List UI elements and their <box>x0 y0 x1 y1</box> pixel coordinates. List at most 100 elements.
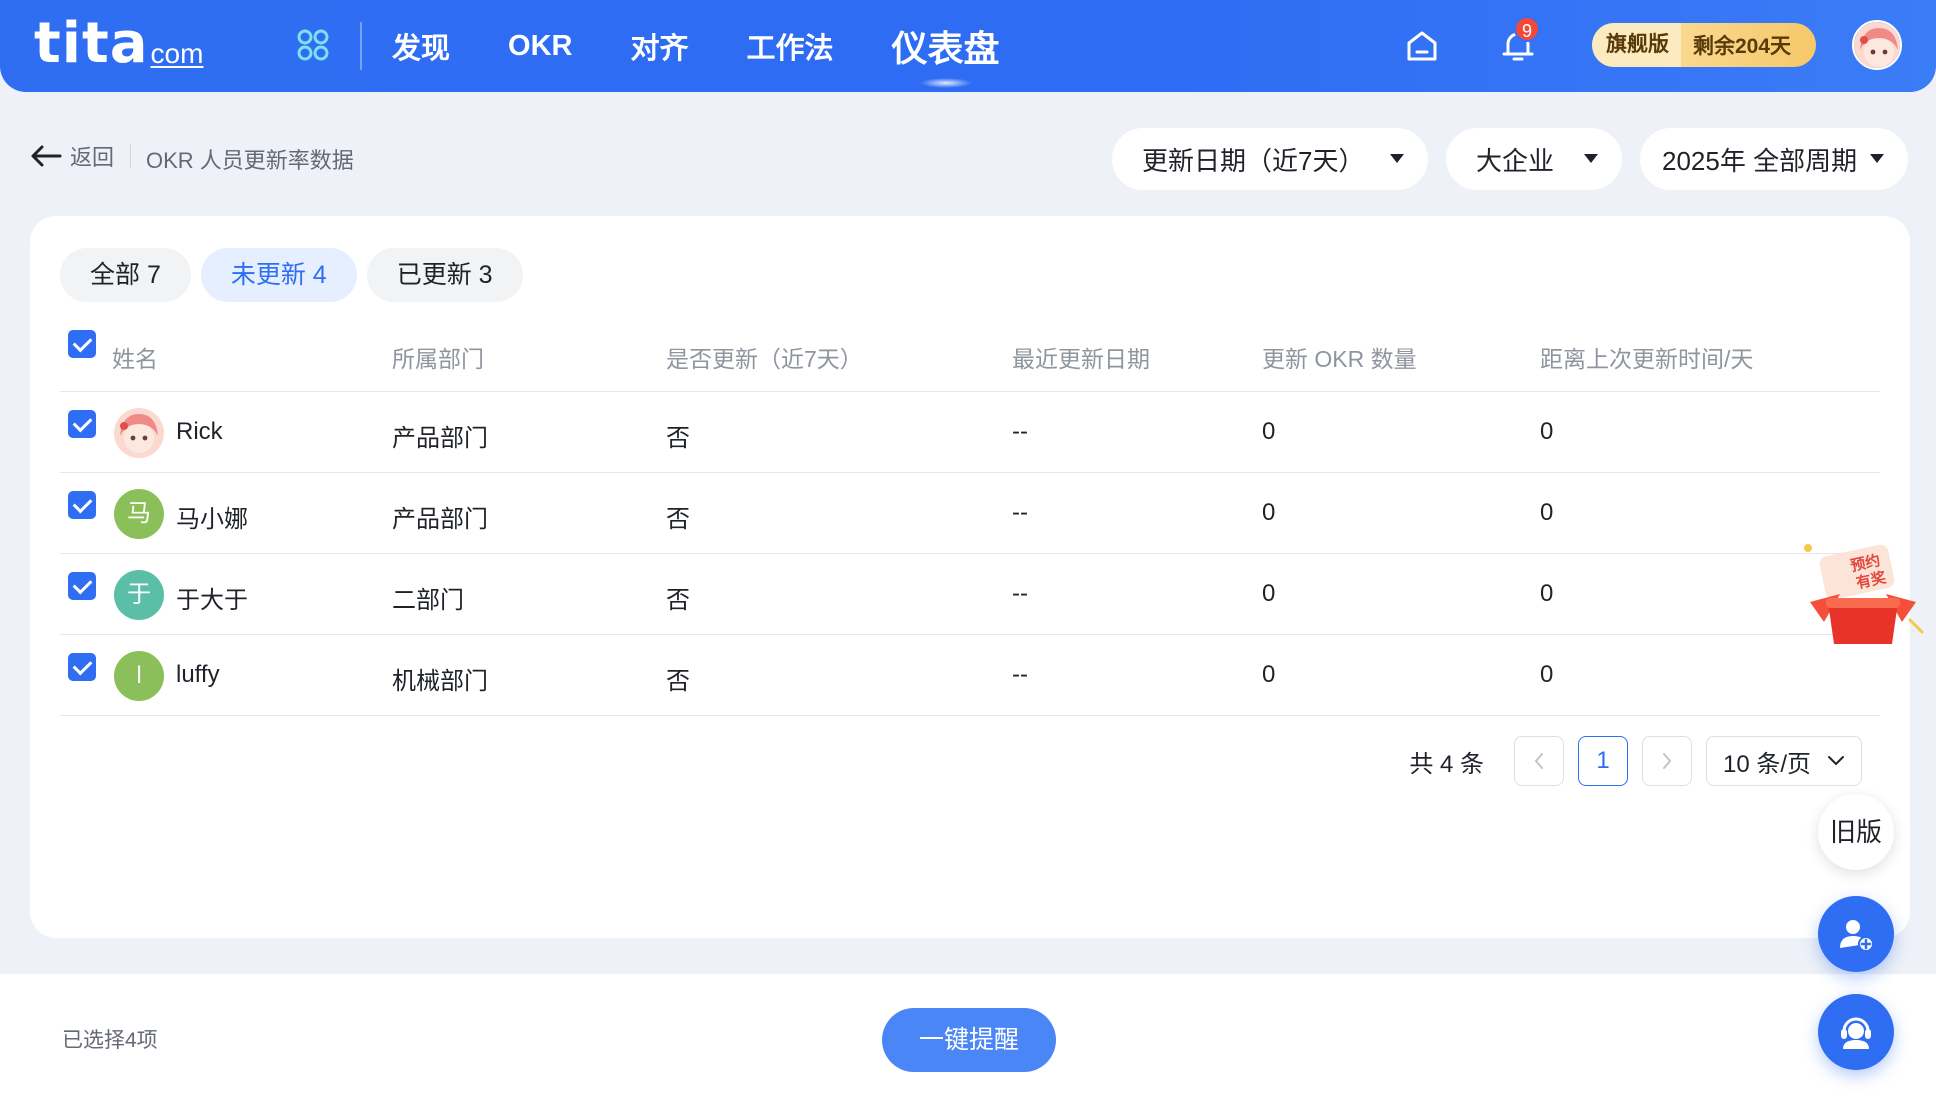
cell-okr-count: 0 <box>1262 499 1276 526</box>
nav-align[interactable]: 对齐 <box>630 25 688 67</box>
cell-last-date: -- <box>1012 499 1028 526</box>
cell-days: 0 <box>1540 499 1554 526</box>
column-header-updated: 是否更新（近7天） <box>666 346 863 372</box>
row-checkbox[interactable] <box>68 491 96 519</box>
one-click-remind-button[interactable]: 一键提醒 <box>882 1008 1056 1072</box>
update-rate-table: 姓名 所属部门 是否更新（近7天） 最近更新日期 更新 OKR 数量 距离上次更… <box>60 316 1880 716</box>
nav-dashboard[interactable]: 仪表盘 <box>892 20 1000 88</box>
chevron-right-icon <box>1663 753 1672 769</box>
org-filter-dropdown[interactable]: 大企业 <box>1446 128 1622 190</box>
column-header-dept: 所属部门 <box>392 346 484 372</box>
page-size-select[interactable]: 10 条/页 <box>1706 736 1862 786</box>
nav-divider <box>360 22 362 70</box>
cell-okr-count: 0 <box>1262 580 1276 607</box>
row-checkbox[interactable] <box>68 653 96 681</box>
breadcrumb-divider <box>130 144 131 168</box>
cell-days: 0 <box>1540 580 1554 607</box>
cell-last-date: -- <box>1012 661 1028 688</box>
back-label: 返回 <box>70 145 115 170</box>
arrow-left-icon <box>31 145 62 167</box>
row-checkbox[interactable] <box>68 410 96 438</box>
pagination: 共 4 条 1 10 条/页 <box>1409 736 1862 786</box>
anime-avatar-icon <box>114 408 164 458</box>
chevron-down-icon <box>1828 756 1844 766</box>
cell-okr-count: 0 <box>1262 418 1276 445</box>
gift-box-icon[interactable]: 预约 有奖 <box>1800 540 1926 650</box>
avatar: l <box>114 651 164 701</box>
cell-updated: 否 <box>666 668 690 695</box>
top-navbar: tita com 发现 OKR 对齐 工作法 仪表盘 9 旗舰版 剩余204天 <box>0 0 1936 92</box>
cell-name: Rick <box>176 418 223 445</box>
tab-all[interactable]: 全部 7 <box>60 248 191 302</box>
cell-updated: 否 <box>666 587 690 614</box>
caret-down-icon <box>1390 154 1404 163</box>
nav-methods[interactable]: 工作法 <box>746 25 833 67</box>
support-agent-icon <box>1841 1017 1871 1049</box>
bottom-action-bar: 已选择4项 一键提醒 <box>0 974 1936 1096</box>
cell-dept: 二部门 <box>392 587 464 614</box>
page-title: OKR 人员更新率数据 <box>146 148 354 173</box>
avatar <box>114 408 164 458</box>
user-add-icon <box>1840 920 1874 952</box>
plan-remaining: 剩余204天 <box>1693 35 1792 58</box>
cell-dept: 产品部门 <box>392 506 488 533</box>
page-1-button[interactable]: 1 <box>1578 736 1628 786</box>
chevron-left-icon <box>1534 753 1543 769</box>
tita-logo[interactable]: tita com <box>34 16 203 72</box>
pagination-total: 共 4 条 <box>1409 750 1484 778</box>
home-icon[interactable] <box>1404 28 1440 64</box>
cell-updated: 否 <box>666 425 690 452</box>
selected-count: 已选择4项 <box>62 1029 158 1052</box>
cell-updated: 否 <box>666 506 690 533</box>
cell-last-date: -- <box>1012 418 1028 445</box>
date-filter-dropdown[interactable]: 更新日期（近7天） <box>1112 128 1428 190</box>
cell-dept: 机械部门 <box>392 668 488 695</box>
nav-discover[interactable]: 发现 <box>392 25 450 67</box>
cell-name: luffy <box>176 661 220 688</box>
table-row[interactable]: Rick 产品部门 否 -- 0 0 <box>60 392 1880 473</box>
cell-name: 于大于 <box>176 587 248 614</box>
org-filter-label: 大企业 <box>1476 145 1555 176</box>
plan-badge[interactable]: 旗舰版 剩余204天 <box>1592 23 1816 67</box>
main-nav: 发现 OKR 对齐 工作法 仪表盘 <box>392 0 1058 92</box>
next-page-button[interactable] <box>1642 736 1692 786</box>
date-filter-label: 更新日期（近7天） <box>1142 145 1365 176</box>
plan-label: 旗舰版 <box>1592 23 1681 67</box>
back-button[interactable]: 返回 <box>30 140 114 172</box>
cell-last-date: -- <box>1012 580 1028 607</box>
data-card: 全部 7 未更新 4 已更新 3 姓名 所属部门 是否更新（近7天） 最近更新日… <box>30 216 1910 938</box>
logo-text: tita <box>34 11 149 76</box>
logo-suffix: com <box>150 38 204 69</box>
tab-updated[interactable]: 已更新 3 <box>366 248 523 302</box>
table-row[interactable]: 于 于大于 二部门 否 -- 0 0 <box>60 554 1880 635</box>
cell-days: 0 <box>1540 661 1554 688</box>
apps-grid-icon[interactable] <box>296 28 330 62</box>
prev-page-button[interactable] <box>1514 736 1564 786</box>
invite-user-button[interactable] <box>1818 896 1894 972</box>
cycle-filter-label: 2025年 全部周期 <box>1662 145 1858 176</box>
select-all-checkbox[interactable] <box>68 330 96 358</box>
column-header-last-date: 最近更新日期 <box>1012 346 1150 372</box>
old-version-button[interactable]: 旧版 <box>1818 794 1894 870</box>
cycle-filter-dropdown[interactable]: 2025年 全部周期 <box>1640 128 1908 190</box>
column-header-name: 姓名 <box>112 346 158 372</box>
nav-okr[interactable]: OKR <box>508 30 572 63</box>
notification-badge: 9 <box>1514 16 1540 42</box>
avatar: 马 <box>114 489 164 539</box>
tab-not-updated[interactable]: 未更新 4 <box>200 248 357 302</box>
cell-dept: 产品部门 <box>392 425 488 452</box>
column-header-days: 距离上次更新时间/天 <box>1540 346 1754 372</box>
cell-days: 0 <box>1540 418 1554 445</box>
customer-service-button[interactable] <box>1818 994 1894 1070</box>
status-tabs: 全部 7 未更新 4 已更新 3 <box>60 248 533 302</box>
table-header: 姓名 所属部门 是否更新（近7天） 最近更新日期 更新 OKR 数量 距离上次更… <box>60 316 1880 392</box>
cell-name: 马小娜 <box>176 506 248 533</box>
table-row[interactable]: l luffy 机械部门 否 -- 0 0 <box>60 635 1880 716</box>
table-row[interactable]: 马 马小娜 产品部门 否 -- 0 0 <box>60 473 1880 554</box>
page-size-label: 10 条/页 <box>1723 750 1812 778</box>
row-checkbox[interactable] <box>68 572 96 600</box>
column-header-okr-count: 更新 OKR 数量 <box>1262 346 1417 372</box>
user-avatar[interactable] <box>1852 20 1902 70</box>
cell-okr-count: 0 <box>1262 661 1276 688</box>
anime-avatar-icon <box>1854 22 1900 68</box>
